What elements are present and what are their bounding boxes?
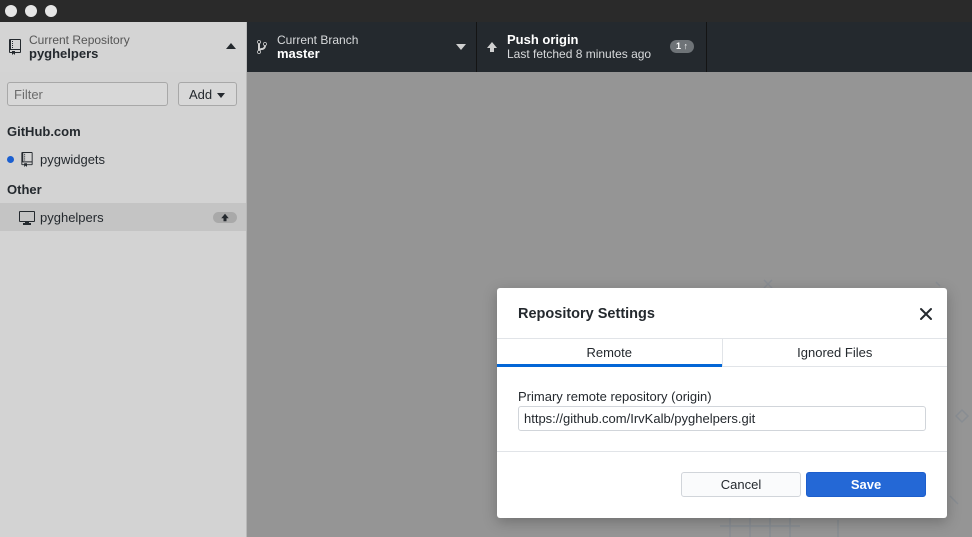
toolbar: Current Repository pyghelpers Current Br…	[0, 22, 972, 72]
arrow-up-small-icon: ↑	[683, 41, 689, 51]
repository-list-sidebar: Add GitHub.com pygwidgets Other pyghelpe…	[0, 72, 247, 537]
current-repository-button[interactable]: Current Repository pyghelpers	[0, 22, 247, 72]
repo-icon	[21, 152, 33, 167]
current-repository-name: pyghelpers	[29, 46, 99, 61]
commits-ahead-badge: 1 ↑	[670, 40, 695, 53]
git-branch-icon	[257, 39, 267, 54]
push-origin-title: Push origin	[507, 32, 579, 47]
computer-icon	[19, 211, 35, 225]
changes-indicator-dot	[7, 156, 14, 163]
repository-item-pygwidgets[interactable]: pygwidgets	[0, 145, 246, 173]
remote-url-input[interactable]	[518, 406, 926, 431]
current-branch-caption: Current Branch	[277, 33, 359, 47]
commits-ahead-count: 1	[676, 41, 682, 51]
repository-label: pyghelpers	[40, 210, 104, 225]
save-button[interactable]: Save	[806, 472, 926, 497]
tab-ignored-files[interactable]: Ignored Files	[721, 339, 948, 366]
group-header-other: Other	[7, 182, 42, 197]
repo-icon	[9, 39, 21, 55]
current-branch-button[interactable]: Current Branch master	[247, 22, 477, 72]
close-icon[interactable]	[917, 305, 935, 323]
remote-field-label: Primary remote repository (origin)	[518, 389, 712, 404]
last-fetched-text: Last fetched 8 minutes ago	[507, 47, 652, 61]
arrow-up-icon	[221, 213, 229, 222]
minimize-window-button[interactable]	[25, 5, 37, 17]
current-repository-caption: Current Repository	[29, 33, 130, 47]
repository-item-pyghelpers[interactable]: pyghelpers	[0, 203, 246, 231]
dialog-footer-divider	[497, 451, 947, 452]
needs-push-badge	[213, 212, 237, 223]
arrow-up-icon	[487, 42, 497, 52]
zoom-window-button[interactable]	[45, 5, 57, 17]
chevron-down-icon	[456, 44, 466, 50]
chevron-down-icon	[217, 93, 225, 98]
window-titlebar	[0, 0, 972, 22]
repository-settings-dialog: Repository Settings Remote Ignored Files…	[497, 288, 947, 518]
dialog-title: Repository Settings	[518, 306, 655, 322]
current-branch-name: master	[277, 46, 320, 61]
add-button-label: Add	[189, 86, 213, 102]
close-window-button[interactable]	[5, 5, 17, 17]
group-header-github: GitHub.com	[7, 124, 81, 139]
repository-label: pygwidgets	[40, 152, 106, 167]
cancel-button[interactable]: Cancel	[681, 472, 801, 497]
tab-remote[interactable]: Remote	[497, 339, 722, 367]
chevron-up-icon	[226, 43, 236, 49]
filter-input[interactable]	[7, 82, 168, 106]
push-origin-button[interactable]: Push origin Last fetched 8 minutes ago 1…	[477, 22, 707, 72]
settings-tab-bar: Remote Ignored Files	[497, 338, 947, 367]
add-repository-button[interactable]: Add	[178, 82, 237, 106]
